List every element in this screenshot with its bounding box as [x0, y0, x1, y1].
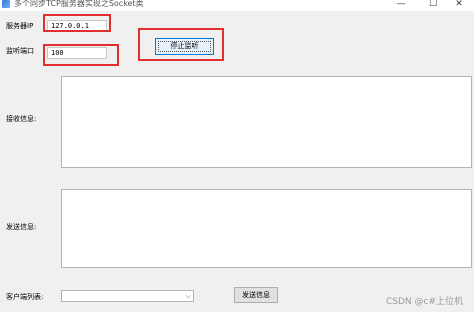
highlight-box-port	[43, 44, 119, 66]
maximize-button[interactable]: ☐	[422, 0, 444, 10]
highlight-box-ip	[43, 14, 111, 32]
minimize-button[interactable]: —	[390, 0, 412, 10]
client-list-combobox[interactable]: ⌵	[61, 290, 194, 302]
client-list-selected	[62, 300, 65, 308]
app-icon	[2, 0, 10, 8]
send-info-button[interactable]: 发送信息	[234, 287, 278, 303]
highlight-box-stop	[138, 28, 224, 61]
server-ip-label: 服务器IP	[6, 22, 34, 30]
close-button[interactable]: ✕	[448, 0, 470, 10]
receive-info-label: 接收信息:	[6, 115, 37, 123]
csdn-watermark: CSDN @c#上位机	[386, 297, 464, 307]
send-info-textarea[interactable]	[61, 189, 472, 268]
window-title: 多个同步TCP服务器实现之Socket类	[14, 0, 144, 8]
receive-info-textarea[interactable]	[61, 76, 472, 168]
send-info-label: 发送信息:	[6, 223, 37, 231]
listen-port-label: 监听端口	[6, 47, 34, 55]
chevron-down-icon[interactable]: ⌵	[186, 291, 191, 301]
client-list-label: 客户端列表:	[6, 293, 44, 301]
title-bar: 多个同步TCP服务器实现之Socket类 — ☐ ✕	[0, 0, 474, 11]
